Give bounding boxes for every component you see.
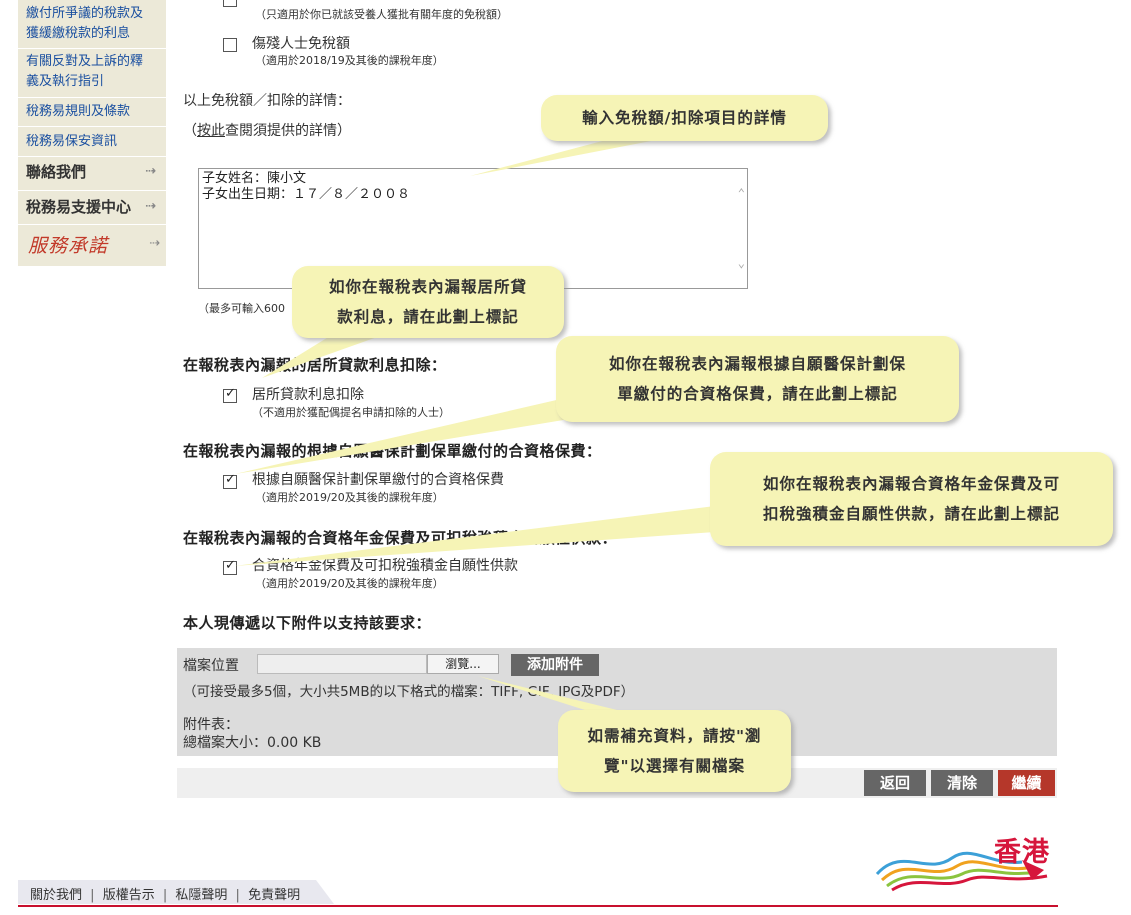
callout-home-loan: 如你在報稅表內漏報居所貸 款利息，請在此劃上標記: [292, 266, 564, 338]
callout-text: 單繳付的合資格保費，請在此劃上標記: [617, 385, 898, 403]
callout-text: 覽"以選擇有關檔案: [603, 757, 746, 775]
callout-browse: 如需補充資料，請按"瀏 覽"以選擇有關檔案: [558, 710, 791, 792]
footer-link-copyright[interactable]: 版權告示: [103, 888, 155, 903]
callout-annuity: 如你在報稅表內漏報合資格年金保費及可 扣稅強積金自願性供款，請在此劃上標記: [710, 452, 1113, 546]
callout-text: 如你在報稅表內漏報居所貸: [328, 278, 527, 296]
callout-text: 如你在報稅表內漏報合資格年金保費及可: [762, 475, 1060, 493]
footer-link-about[interactable]: 關於我們: [30, 888, 82, 903]
hong-kong-brand-text: 香港: [994, 837, 1050, 868]
footer-separator: |: [235, 888, 240, 903]
footer-links: 關於我們 | 版權告示 | 私隱聲明 | 免責聲明: [30, 884, 300, 903]
footer-separator: |: [90, 888, 95, 903]
pointer-details: [470, 140, 656, 176]
footer-separator: |: [162, 888, 168, 903]
callout-text: 款利息，請在此劃上標記: [337, 308, 519, 326]
callout-text: 如需補充資料，請按"瀏: [587, 727, 762, 745]
callout-text: 如你在報稅表內漏報根據自願醫保計劃保: [608, 355, 906, 373]
callout-vhis: 如你在報稅表內漏報根據自願醫保計劃保 單繳付的合資格保費，請在此劃上標記: [556, 336, 959, 422]
callout-text: 輸入免稅額/扣除項目的詳情: [582, 109, 787, 127]
callout-text: 扣稅強積金自願性供款，請在此劃上標記: [762, 505, 1060, 523]
footer-link-disclaimer[interactable]: 免責聲明: [248, 888, 300, 903]
pointer-annuity: [234, 506, 715, 566]
footer-line: [18, 905, 1058, 907]
footer-link-privacy[interactable]: 私隱聲明: [175, 888, 227, 903]
pointer-home-loan: [262, 336, 380, 378]
callout-details: 輸入免稅額/扣除項目的詳情: [541, 95, 828, 141]
pointer-vhis: [235, 390, 600, 474]
